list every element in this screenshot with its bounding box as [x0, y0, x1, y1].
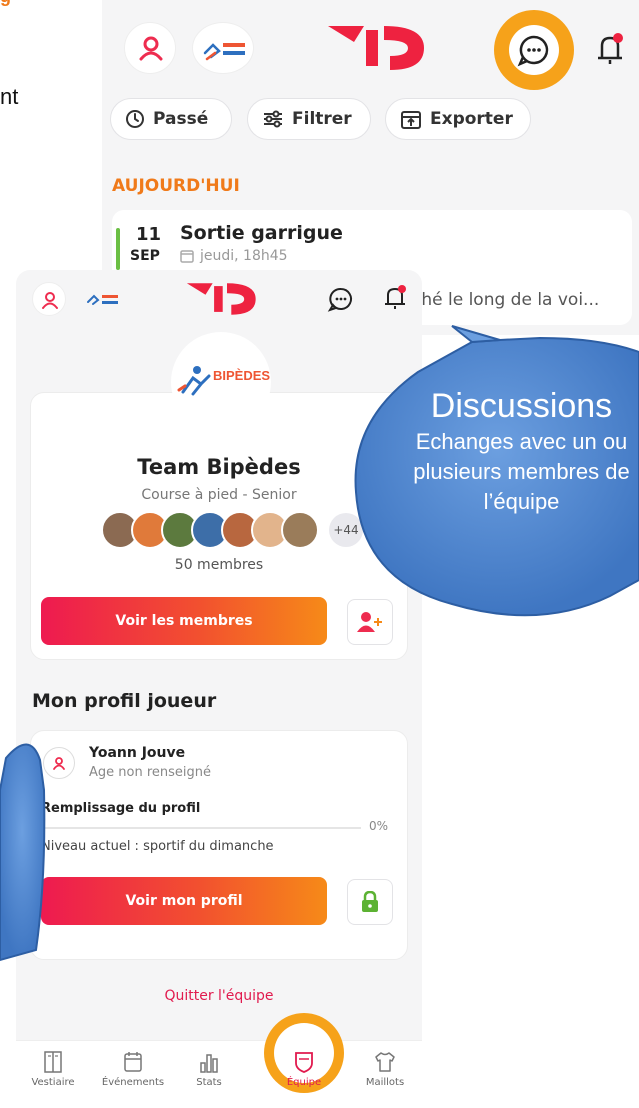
export-button[interactable]: Exporter [385, 98, 531, 140]
add-user-icon [357, 612, 382, 632]
chat-bubble-icon[interactable] [326, 284, 356, 314]
brand-logo-icon [328, 26, 424, 70]
past-button[interactable]: Passé [110, 98, 232, 140]
event-title: Sortie garrigue [180, 222, 343, 244]
runner-logo-icon: BIPÈDES VAUNAGE [177, 366, 338, 396]
event-day: 11 [136, 224, 162, 245]
history-icon [126, 110, 144, 128]
notification-bell-icon[interactable] [380, 282, 410, 312]
tab-label: Maillots [365, 1077, 405, 1088]
svg-text:BIPÈDES VAUNAGE: BIPÈDES VAUNAGE [213, 368, 271, 383]
tab-equipe[interactable]: Équipe [269, 1051, 339, 1088]
more-members-count: +44 [329, 513, 363, 547]
cropped-slide-text: nt [0, 84, 19, 109]
club-logo-icon[interactable] [82, 282, 122, 316]
tab-evenements[interactable]: Événements [98, 1051, 168, 1088]
lock-icon [362, 891, 378, 912]
person-icon [42, 292, 58, 309]
calendar-icon [124, 1052, 142, 1072]
filter-sliders-icon [264, 110, 282, 128]
filter-button[interactable]: Filtrer [247, 98, 371, 140]
person-icon [139, 36, 163, 61]
team-screenshot: BIPÈDES VAUNAGE Team Bipèdes Course à pi… [16, 270, 422, 1108]
team-card: Team Bipèdes Course à pied - Senior +44 … [30, 392, 408, 660]
player-age: Age non renseigné [89, 765, 212, 780]
player-avatar[interactable] [43, 747, 75, 779]
profile-fill-percent: 0% [369, 819, 389, 833]
tab-label: Stats [196, 1077, 222, 1088]
team-logo: BIPÈDES VAUNAGE [171, 332, 338, 432]
player-name: Yoann Jouve [89, 745, 186, 761]
leave-team-link[interactable]: Quitter l'équipe [16, 988, 422, 1004]
callout-title: Discussions [430, 387, 613, 425]
player-profile-card: Yoann Jouve Age non renseigné Remplissag… [30, 730, 408, 960]
club-logo[interactable] [192, 22, 254, 74]
callout-body: Echanges avec un ou plusieurs membres de… [413, 429, 630, 514]
view-members-button[interactable]: Voir les membres [41, 597, 327, 645]
chat-button[interactable] [509, 25, 559, 75]
jersey-icon [375, 1052, 395, 1072]
members-count: 50 membres [174, 557, 264, 573]
event-month: SEP [130, 248, 160, 264]
player-profile-heading: Mon profil joueur [32, 690, 217, 712]
tab-vestiaire[interactable]: Vestiaire [18, 1051, 88, 1088]
tab-maillots[interactable]: Maillots [350, 1051, 420, 1088]
export-calendar-icon [401, 111, 421, 129]
chat-bubble-icon [517, 35, 549, 67]
event-date-text: jeudi, 18h45 [200, 248, 288, 264]
export-button-label: Exporter [430, 109, 513, 129]
cropped-slide-text: g [0, 0, 11, 7]
runner-logo-icon [203, 43, 245, 61]
view-profile-button[interactable]: Voir mon profil [41, 877, 327, 925]
shield-icon [295, 1052, 313, 1073]
player-level: Niveau actuel : sportif du dimanche [41, 839, 274, 854]
user-avatar-button[interactable] [32, 282, 66, 316]
brand-logo-icon [186, 283, 256, 315]
past-button-label: Passé [153, 109, 209, 129]
member-avatar [281, 511, 319, 549]
event-date: jeudi, 18h45 [180, 248, 288, 264]
bottom-tab-bar: Vestiaire Événements Stats Équipe Maillo… [16, 1013, 422, 1108]
notification-bell-icon[interactable] [590, 28, 630, 68]
person-icon [53, 757, 65, 770]
user-avatar-button[interactable] [124, 22, 176, 74]
event-description-snippet: ché le long de la voi... [412, 290, 600, 310]
tab-label: Événements [101, 1077, 165, 1088]
team-category: Course à pied - Senior [141, 487, 297, 503]
tab-stats[interactable]: Stats [174, 1051, 244, 1088]
tab-label: Vestiaire [31, 1077, 75, 1088]
today-section-title: AUJOURD'HUI [112, 176, 240, 196]
stats-icon [200, 1054, 218, 1073]
discussions-callout: Discussions Echanges avec un ou plusieur… [404, 385, 639, 517]
filter-button-label: Filtrer [292, 109, 352, 129]
calendar-icon [180, 250, 194, 263]
profile-fill-label: Remplissage du profil [41, 801, 201, 816]
team-name: Team Bipèdes [137, 455, 301, 479]
event-status-bar [116, 228, 120, 270]
profile-fill-track [41, 827, 361, 829]
add-member-button[interactable] [347, 599, 393, 645]
lock-button[interactable] [347, 879, 393, 925]
tab-label: Équipe [286, 1077, 322, 1088]
locker-icon [44, 1051, 62, 1073]
